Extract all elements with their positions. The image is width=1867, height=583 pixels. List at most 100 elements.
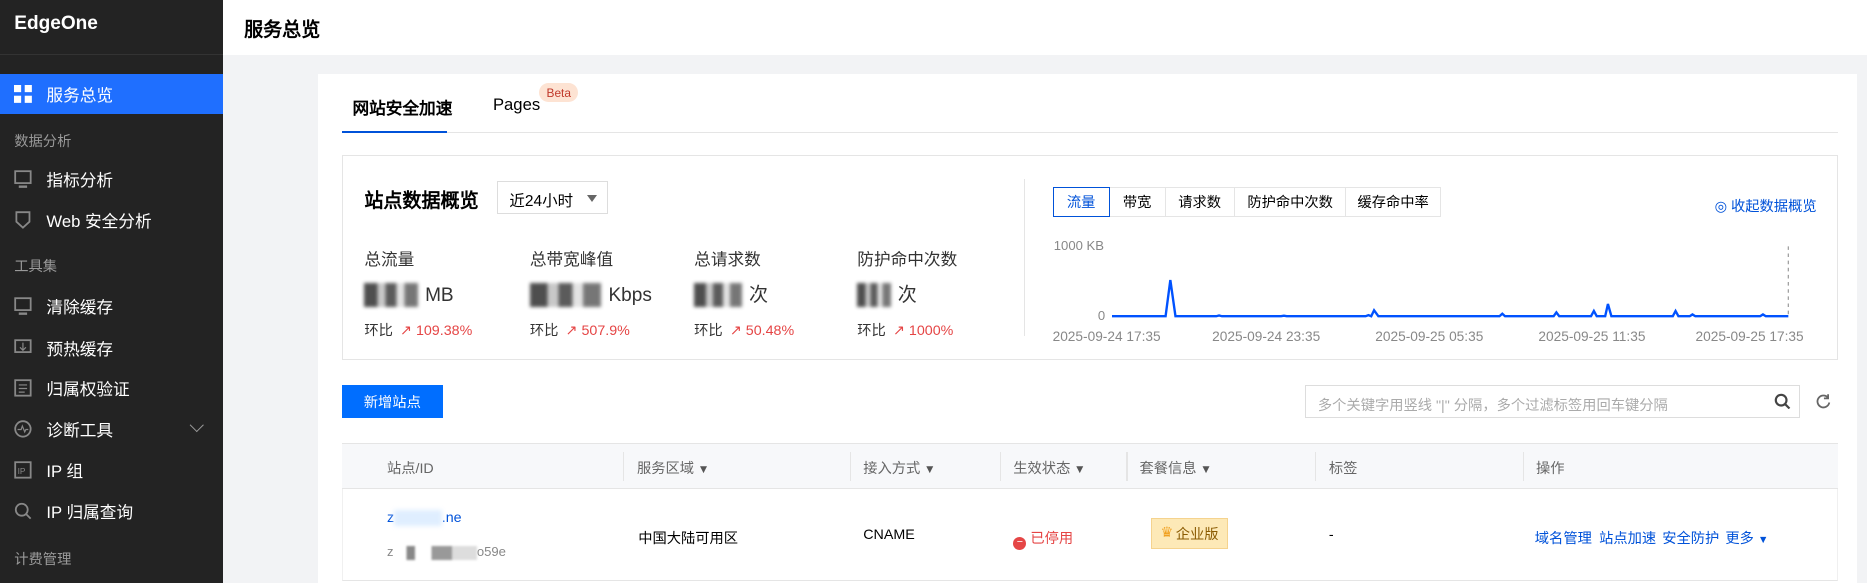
time-range-value: 近24小时 <box>509 193 574 211</box>
verify-icon <box>14 379 32 397</box>
search-icon[interactable] <box>1774 393 1791 410</box>
redacted-text <box>394 509 442 527</box>
status-badge: − 已停用 <box>1013 527 1073 550</box>
x-tick-label: 2025-09-24 23:35 <box>1212 328 1321 344</box>
stop-icon: − <box>1013 536 1027 550</box>
column-divider <box>1126 452 1128 482</box>
metric-label: 总带宽峰值 <box>529 250 614 270</box>
tab-site-acceleration[interactable]: 网站安全加速 <box>352 95 452 119</box>
table-header <box>341 442 1839 490</box>
chart-tab-requests[interactable]: 请求数 <box>1164 186 1235 217</box>
svg-text:IP: IP <box>18 466 26 476</box>
redacted-value <box>529 283 602 308</box>
traffic-chart <box>1112 246 1790 318</box>
sidebar-item-label: 归属权验证 <box>46 380 130 400</box>
metric-value: Kbps <box>529 276 652 308</box>
diagnose-icon <box>14 420 32 438</box>
y-axis-label-max: 1000 KB <box>1053 238 1104 254</box>
site-id: z o59e <box>387 544 506 560</box>
sidebar-item-prefetch-cache[interactable]: 预热缓存 <box>0 327 223 367</box>
column-header-access[interactable]: 接入方式 ▼ <box>863 457 935 478</box>
column-header-plan[interactable]: 套餐信息 ▼ <box>1140 457 1212 478</box>
crown-icon: ♛ <box>1160 525 1174 542</box>
eye-off-icon: ◎ <box>1714 199 1728 216</box>
compare-value: 1000% <box>908 323 954 340</box>
sidebar-item-overview[interactable]: 服务总览 <box>0 73 223 115</box>
sidebar-item-diagnose[interactable]: 诊断工具 <box>0 408 223 448</box>
beta-badge: Beta <box>539 83 579 103</box>
column-label: 服务区域 <box>637 461 695 478</box>
sidebar-item-label: IP 归属查询 <box>46 502 134 522</box>
metric-unit: 次 <box>897 285 917 307</box>
caret-down-icon <box>586 195 597 202</box>
column-header-region[interactable]: 服务区域 ▼ <box>637 457 709 478</box>
metric-compare: 环比 ↗ 50.48% <box>694 319 794 340</box>
x-tick-label: 2025-09-25 11:35 <box>1538 328 1646 344</box>
scrollbar[interactable] <box>1857 54 1867 583</box>
overview-title: 站点数据概览 <box>364 190 479 212</box>
metric-compare: 环比 ↗ 1000% <box>857 319 953 340</box>
metric-value: 次 <box>857 276 917 308</box>
security-protection-link[interactable]: 安全防护 <box>1662 527 1719 548</box>
chart-tab-traffic[interactable]: 流量 <box>1052 186 1110 217</box>
column-divider <box>1522 452 1525 482</box>
section-billing: 计费管理 <box>14 551 72 568</box>
sidebar-item-purge-cache[interactable]: 清除缓存 <box>0 286 223 326</box>
sidebar-item-metrics[interactable]: 指标分析 <box>0 158 223 198</box>
metric-unit: MB <box>425 285 454 307</box>
redacted-text <box>393 545 477 560</box>
column-divider <box>850 452 852 482</box>
sidebar-item-ownership[interactable]: 归属权验证 <box>0 368 223 408</box>
site-acceleration-link[interactable]: 站点加速 <box>1599 527 1656 548</box>
chart-tab-cache-hit-rate[interactable]: 缓存命中率 <box>1345 186 1441 217</box>
id-suffix: o59e <box>476 544 506 560</box>
metric-unit: 次 <box>748 285 768 307</box>
add-site-button[interactable]: 新增站点 <box>341 384 443 418</box>
refresh-icon[interactable] <box>1815 393 1832 410</box>
filter-icon[interactable]: ▼ <box>698 462 710 476</box>
arrow-up-right-icon: ↗ 50.48% <box>729 323 795 340</box>
compare-value: 109.38% <box>415 323 473 340</box>
chevron-down-icon <box>189 418 204 432</box>
tab-active-indicator <box>341 130 447 134</box>
column-header-actions: 操作 <box>1536 461 1565 478</box>
domain-management-link[interactable]: 域名管理 <box>1535 527 1592 548</box>
metric-label: 总流量 <box>364 250 415 270</box>
compare-label: 环比 <box>529 323 559 340</box>
chart-tab-bandwidth[interactable]: 带宽 <box>1108 186 1166 217</box>
plan-label: 企业版 <box>1175 526 1219 543</box>
x-tick-label: 2025-09-24 17:35 <box>1052 328 1161 344</box>
filter-icon[interactable]: ▼ <box>1074 462 1086 476</box>
sidebar-item-ip-group[interactable]: IP IP 组 <box>0 450 223 490</box>
prefetch-icon <box>14 339 32 357</box>
metric-compare: 环比 ↗ 507.9% <box>530 319 630 340</box>
metric-unit: Kbps <box>608 285 652 307</box>
site-name-link[interactable]: z .ne <box>386 509 462 527</box>
sidebar-item-label: Web 安全分析 <box>46 212 152 232</box>
filter-icon[interactable]: ▼ <box>1200 462 1212 476</box>
chart-tab-protection-hits[interactable]: 防护命中次数 <box>1233 186 1347 217</box>
compare-value: 50.48% <box>745 323 795 340</box>
site-suffix: .ne <box>441 509 462 526</box>
sidebar-item-ip-lookup[interactable]: IP 归属查询 <box>0 491 223 531</box>
column-divider <box>1314 452 1316 482</box>
column-header-status[interactable]: 生效状态 ▼ <box>1013 457 1085 478</box>
site-prefix: z <box>386 509 395 526</box>
grid-icon <box>14 85 33 103</box>
more-dropdown[interactable]: 更多 ▼ <box>1725 527 1768 548</box>
x-tick-label: 2025-09-25 17:35 <box>1695 328 1804 344</box>
column-divider <box>1000 452 1002 482</box>
brand-logo: EdgeOne <box>14 13 98 35</box>
search-input[interactable]: 多个关键字用竖线 "|" 分隔，多个过滤标签用回车键分隔 <box>1305 384 1801 418</box>
tab-pages[interactable]: Pages <box>493 95 540 115</box>
time-range-select[interactable]: 近24小时 <box>496 180 609 215</box>
sidebar-item-label: 预热缓存 <box>46 339 114 359</box>
sidebar-item-label: 服务总览 <box>46 86 114 106</box>
column-label: 生效状态 <box>1013 461 1071 478</box>
metric-value: MB <box>364 276 454 308</box>
filter-icon[interactable]: ▼ <box>924 462 936 476</box>
sidebar-item-web-security[interactable]: Web 安全分析 <box>0 200 223 240</box>
compare-label: 环比 <box>857 323 886 340</box>
collapse-overview-link[interactable]: ◎ 收起数据概览 <box>1715 195 1817 216</box>
compare-label: 环比 <box>364 323 393 340</box>
